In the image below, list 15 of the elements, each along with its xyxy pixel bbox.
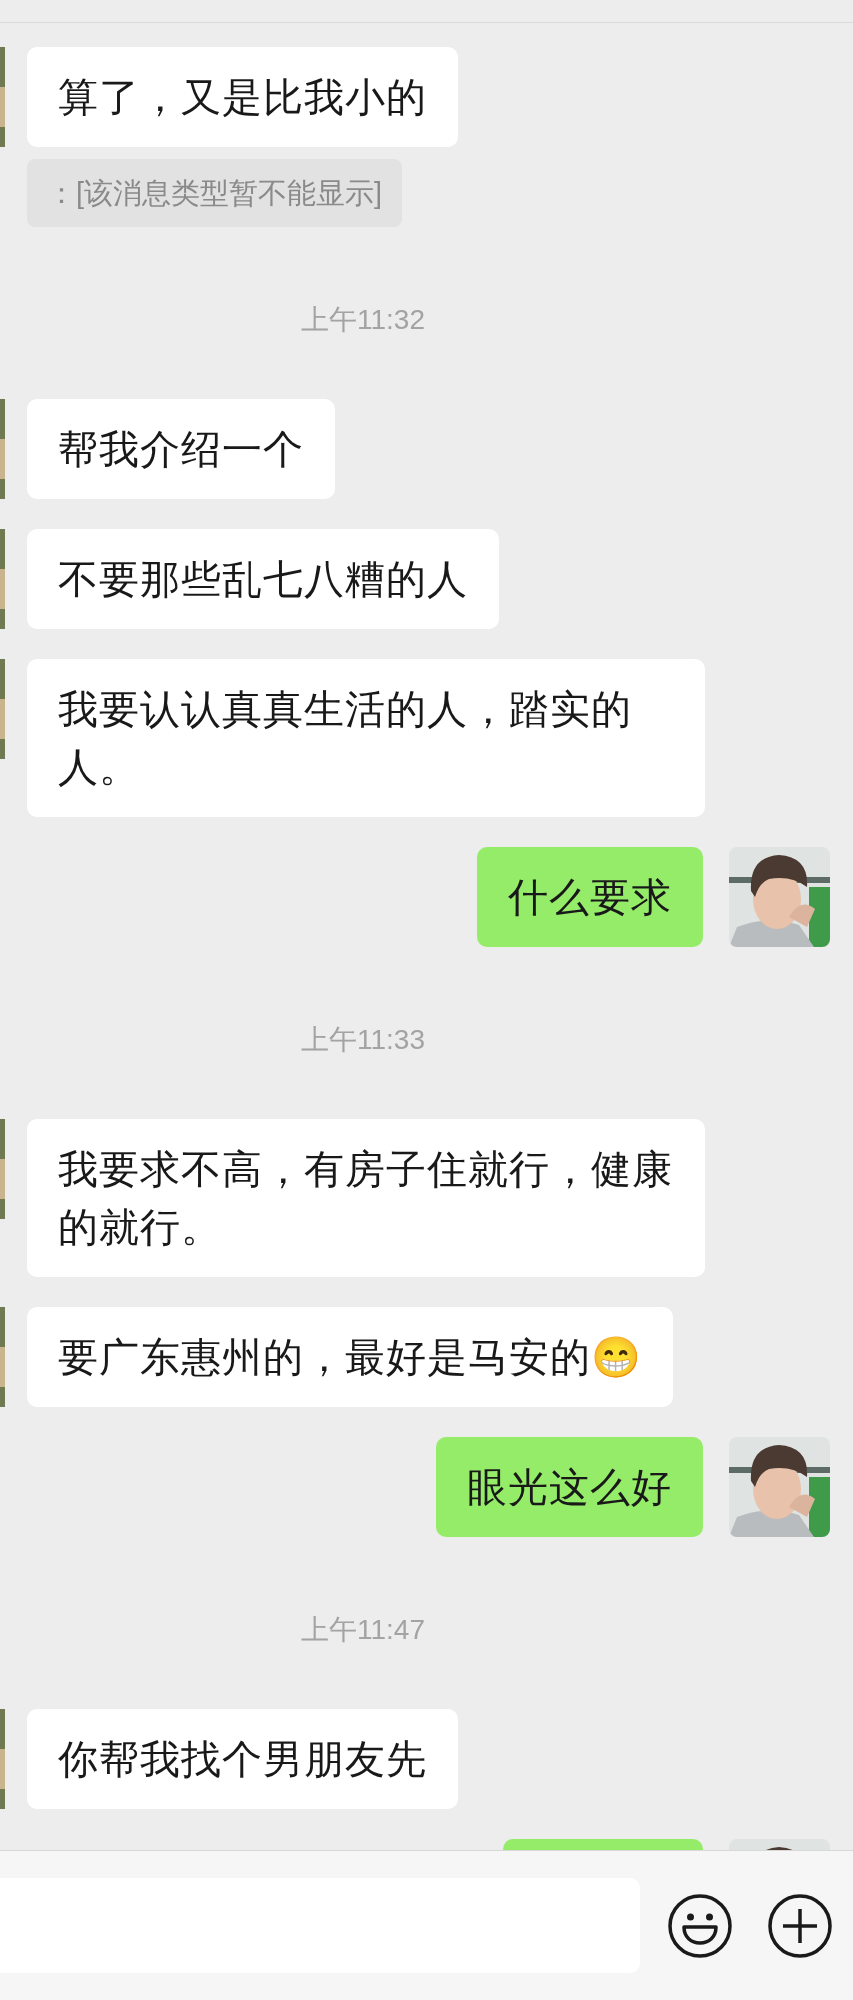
message-bubble: 我要求不高，有房子住就行，健康的就行。	[27, 1119, 705, 1277]
emoji-icon[interactable]	[667, 1892, 733, 1959]
timestamp: 上午11:33	[301, 1025, 425, 1055]
message-bubble: 算了，又是比我小的	[27, 47, 458, 147]
system-notice: ：[该消息类型暂不能显示]	[27, 159, 403, 227]
message-bubble: 眼光这么好	[436, 1437, 703, 1537]
timestamp: 上午11:47	[301, 1615, 425, 1645]
message-bubble: 你帮我找个男朋友先	[27, 1709, 458, 1809]
message-bubble: 帮我介绍一个	[27, 399, 335, 499]
message-bubble: 要广东惠州的，最好是马安的😁	[27, 1307, 673, 1407]
message-bubble: 不要那些乱七八糟的人	[27, 529, 499, 629]
message-bubble: 什么要求	[477, 847, 703, 947]
timestamp: 上午11:32	[301, 305, 425, 335]
add-icon[interactable]	[767, 1892, 833, 1959]
message-bubble: 我要认认真真生活的人，踏实的人。	[27, 659, 705, 817]
